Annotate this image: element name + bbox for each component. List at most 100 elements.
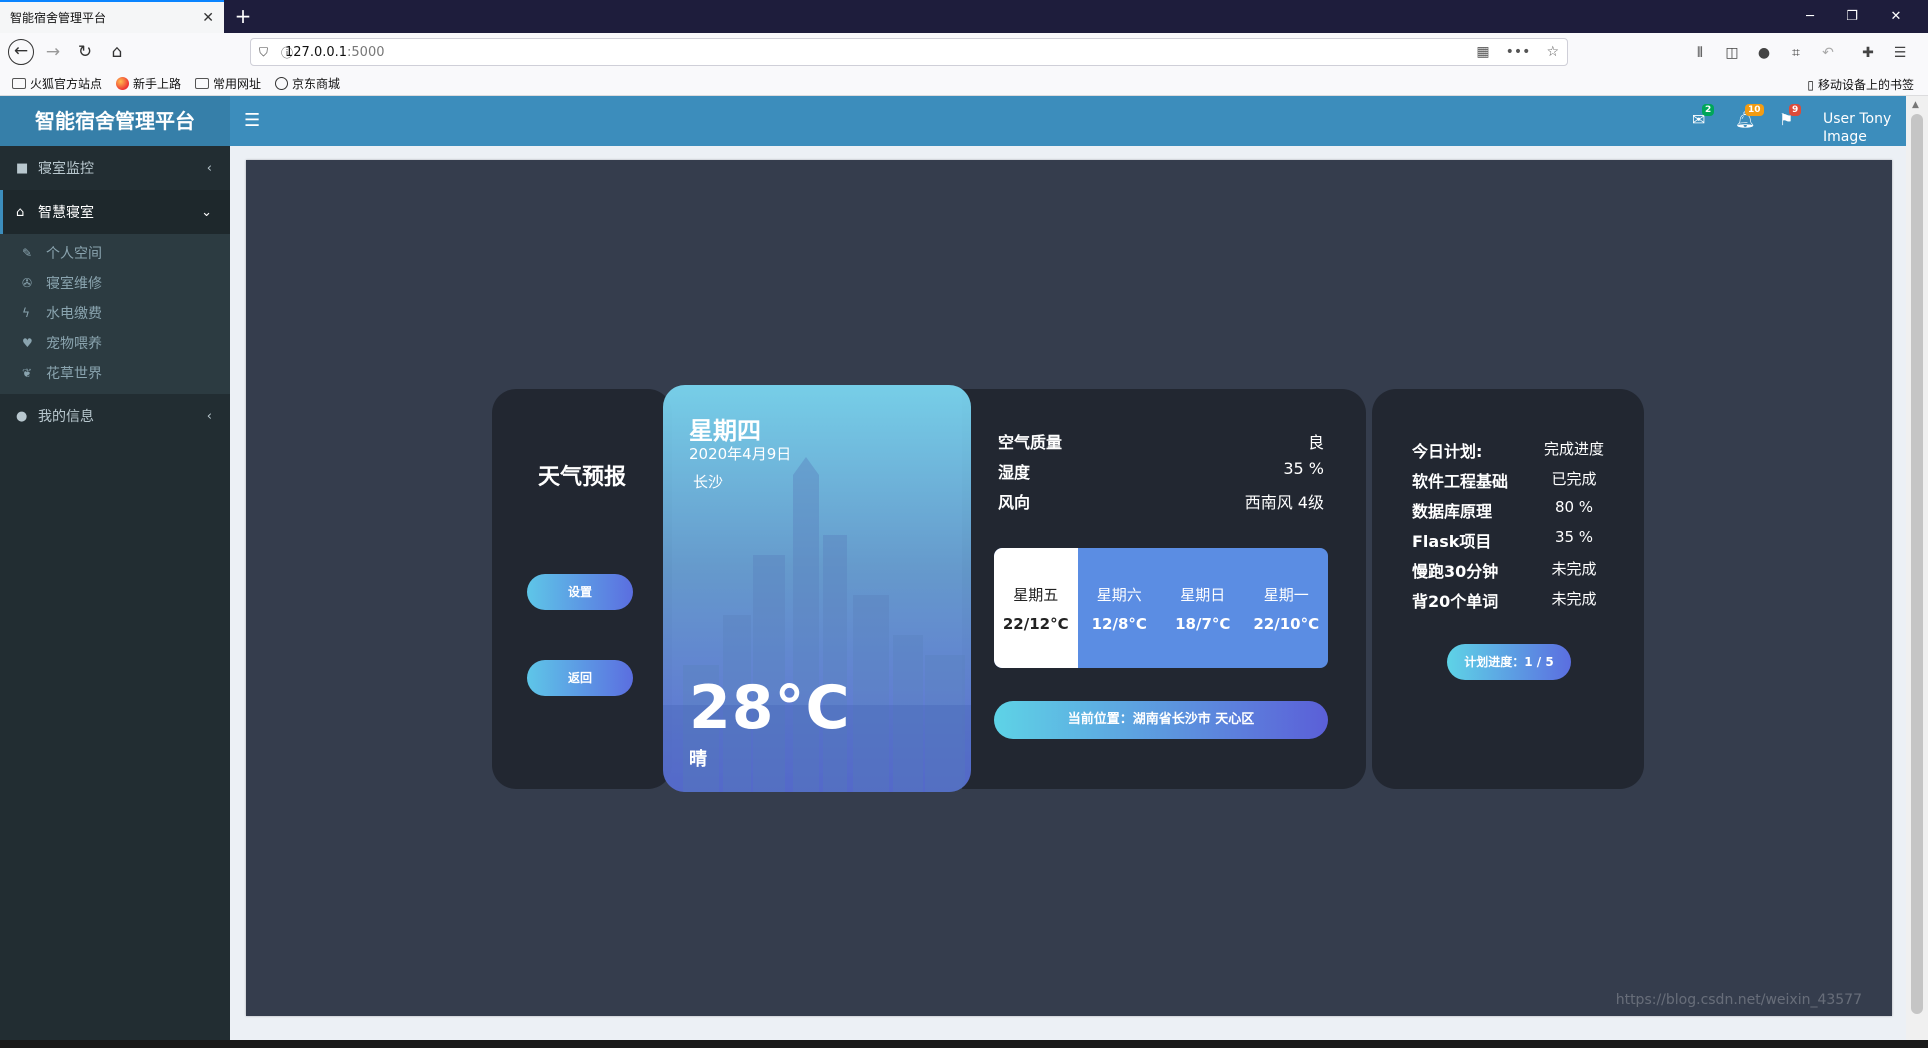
weather-title: 天气预报 <box>537 465 626 490</box>
heart-icon: ♥ <box>22 336 33 350</box>
sidebar-subitem-utilities[interactable]: ϟ 水电缴费 <box>0 298 230 328</box>
app-root: 智能宿舍管理平台 ☰ ✉ 2 🔔︎ 10 ⚑ 9 User Tony Image ■ … <box>0 96 1906 1040</box>
qr-code-icon[interactable]: ▦ <box>1476 44 1489 60</box>
weather-date: 2020年4月9日 <box>689 445 792 463</box>
sidebar-item-my-info[interactable]: ● 我的信息 ‹ <box>0 394 230 438</box>
library-icon[interactable]: ⫴ <box>1690 43 1710 63</box>
stat-humidity: 湿度 35 % <box>998 459 1324 482</box>
leaf-icon: ❦ <box>22 366 33 380</box>
folder-icon <box>12 77 26 89</box>
browser-navbar: ← → ↻ ⌂ ⛉ ⓘ 127.0.0.1:5000 ▦ ••• ☆ ⫴ ◫ ●… <box>0 33 1928 71</box>
extensions-icon[interactable]: ✚ <box>1858 43 1878 63</box>
plan-row: 软件工程基础 已完成 <box>1412 470 1597 491</box>
firefox-icon <box>116 76 130 90</box>
menu-icon[interactable]: ☰ <box>1890 43 1910 63</box>
sidebar-subitem-repair[interactable]: ✇ 寝室维修 <box>0 268 230 298</box>
info-icon[interactable]: ⓘ <box>281 44 293 61</box>
forecast-day[interactable]: 星期五 22/12°C <box>994 548 1078 668</box>
mail-badge: 2 <box>1702 104 1715 116</box>
url-text[interactable]: 127.0.0.1:5000 <box>285 45 385 60</box>
bookmark-star-icon[interactable]: ☆ <box>1546 44 1559 60</box>
location-button[interactable]: 当前位置：湖南省长沙市 天心区 <box>994 701 1328 739</box>
sidebar-toggle-icon[interactable]: ☰ <box>244 110 260 131</box>
browser-tab[interactable]: 智能宿舍管理平台 ✕ <box>0 0 224 33</box>
page-scrollbar[interactable]: ▲ <box>1906 96 1928 1040</box>
undo-icon[interactable]: ↶ <box>1818 43 1838 63</box>
plan-row: 数据库原理 80 % <box>1412 498 1594 521</box>
bookmarks-bar: 火狐官方站点 新手上路 常用网址 京东商城 ▯ 移动设备上的书签 <box>0 71 1928 96</box>
tab-close-icon[interactable]: ✕ <box>202 10 214 26</box>
user-menu[interactable]: User Tony Image <box>1823 110 1903 146</box>
minimize-button[interactable]: ─ <box>1788 0 1832 33</box>
scroll-thumb[interactable] <box>1911 114 1923 1014</box>
tab-title: 智能宿舍管理平台 <box>10 11 107 25</box>
pin-icon: ✎ <box>22 246 33 260</box>
forecast-strip: 星期五 22/12°C 星期六 12/8°C 星期日 18/7°C 星期一 22/10°… <box>994 548 1328 668</box>
sidebar-subitem-pet[interactable]: ♥ 宠物喂养 <box>0 328 230 358</box>
bell-icon[interactable]: 🔔︎ 10 <box>1735 104 1764 129</box>
bookmark-item[interactable]: 新手上路 <box>116 75 181 92</box>
content-area: 天气预报 设置 返回 空气质量良 湿度 35 % 风向 西南风 4级 星期五 22/1… <box>246 160 1892 1016</box>
shield-icon[interactable]: ⛉ <box>259 45 268 60</box>
chevron-down-icon: ⌄ <box>201 204 212 220</box>
sidebar-toggle-icon[interactable]: ◫ <box>1722 43 1742 63</box>
plan-progress-button[interactable]: 计划进度：1 / 5 <box>1447 644 1571 680</box>
url-bar[interactable]: ⛉ ⓘ 127.0.0.1:5000 ▦ ••• ☆ <box>250 38 1568 66</box>
forecast-day[interactable]: 星期六 12/8°C <box>1078 548 1162 668</box>
reload-icon[interactable]: ↻ <box>74 41 96 63</box>
flag-badge: 9 <box>1789 104 1802 116</box>
stat-air-quality: 空气质量良 <box>998 433 1324 452</box>
back-icon[interactable]: ← <box>8 39 34 65</box>
mobile-bookmarks[interactable]: ▯ 移动设备上的书签 <box>1807 76 1914 93</box>
plan-row: 慢跑30分钟 未完成 <box>1412 560 1597 581</box>
weather-condition: 晴 <box>689 749 707 770</box>
bookmark-item[interactable]: 火狐官方站点 <box>12 75 102 92</box>
bookmark-item[interactable]: 京东商城 <box>275 75 340 92</box>
app-logo[interactable]: 智能宿舍管理平台 <box>0 96 230 146</box>
flag-icon[interactable]: ⚑ 9 <box>1779 104 1802 129</box>
phone-icon: ▯ <box>1807 77 1814 92</box>
back-button[interactable]: 返回 <box>527 660 633 696</box>
folder-icon <box>195 77 210 89</box>
home-icon[interactable]: ⌂ <box>106 41 128 63</box>
submenu: ✎ 个人空间 ✇ 寝室维修 ϟ 水电缴费 ♥ 宠物喂养 ❦ 花草世界 <box>0 234 230 394</box>
weather-stats-panel: 空气质量良 湿度 35 % 风向 西南风 4级 星期五 22/12°C 星期六 12/8… <box>962 389 1366 789</box>
chevron-left-icon: ‹ <box>206 160 212 176</box>
more-actions-icon[interactable]: ••• <box>1506 44 1531 60</box>
restore-button[interactable]: ❐ <box>1830 0 1874 33</box>
chevron-left-icon: ‹ <box>206 408 212 424</box>
crop-icon[interactable]: ⌗ <box>1786 43 1806 63</box>
user-name: User Tony <box>1823 111 1892 127</box>
bell-badge: 10 <box>1745 104 1764 116</box>
forward-icon[interactable]: → <box>42 41 64 63</box>
sidebar-subitem-plants[interactable]: ❦ 花草世界 <box>0 358 230 388</box>
settings-button[interactable]: 设置 <box>527 574 633 610</box>
stat-wind: 风向 西南风 4级 <box>998 493 1324 512</box>
bookmark-item[interactable]: 常用网址 <box>195 75 261 92</box>
bolt-icon: ϟ <box>22 306 30 320</box>
sidebar-subitem-personal-space[interactable]: ✎ 个人空间 <box>0 238 230 268</box>
globe-icon <box>275 76 289 90</box>
close-window-button[interactable]: ✕ <box>1874 0 1918 33</box>
home-icon: ⌂ <box>16 204 25 220</box>
weather-card: 星期四 2020年4月9日 长沙 28°C 晴 <box>663 385 971 792</box>
sidebar-item-smart-dorm[interactable]: ⌂ 智慧寝室 ⌄ <box>0 190 230 234</box>
mail-icon[interactable]: ✉ 2 <box>1692 104 1715 129</box>
watermark: https://blog.csdn.net/weixin_43577 <box>1615 992 1862 1008</box>
plan-row: Flask项目 35 % <box>1412 528 1594 551</box>
plan-row: 背20个单词 未完成 <box>1412 590 1597 611</box>
forecast-day[interactable]: 星期日 18/7°C <box>1161 548 1245 668</box>
sidebar-item-monitor[interactable]: ■ 寝室监控 ‹ <box>0 146 230 190</box>
forecast-day[interactable]: 星期一 22/10°C <box>1245 548 1329 668</box>
weather-temperature: 28°C <box>689 673 851 743</box>
user-icon: ● <box>16 408 28 424</box>
video-icon: ■ <box>16 160 29 176</box>
new-tab-button[interactable]: + <box>230 3 256 29</box>
plan-header: 今日计划: 完成进度 <box>1412 440 1604 461</box>
weather-city: 长沙 <box>693 473 724 491</box>
user-image-label: Image <box>1823 129 1867 145</box>
top-navbar: ☰ ✉ 2 🔔︎ 10 ⚑ 9 User Tony Image <box>230 96 1906 146</box>
scroll-up-icon[interactable]: ▲ <box>1912 100 1919 110</box>
account-icon[interactable]: ● <box>1754 43 1774 63</box>
os-taskbar <box>0 1040 1928 1048</box>
